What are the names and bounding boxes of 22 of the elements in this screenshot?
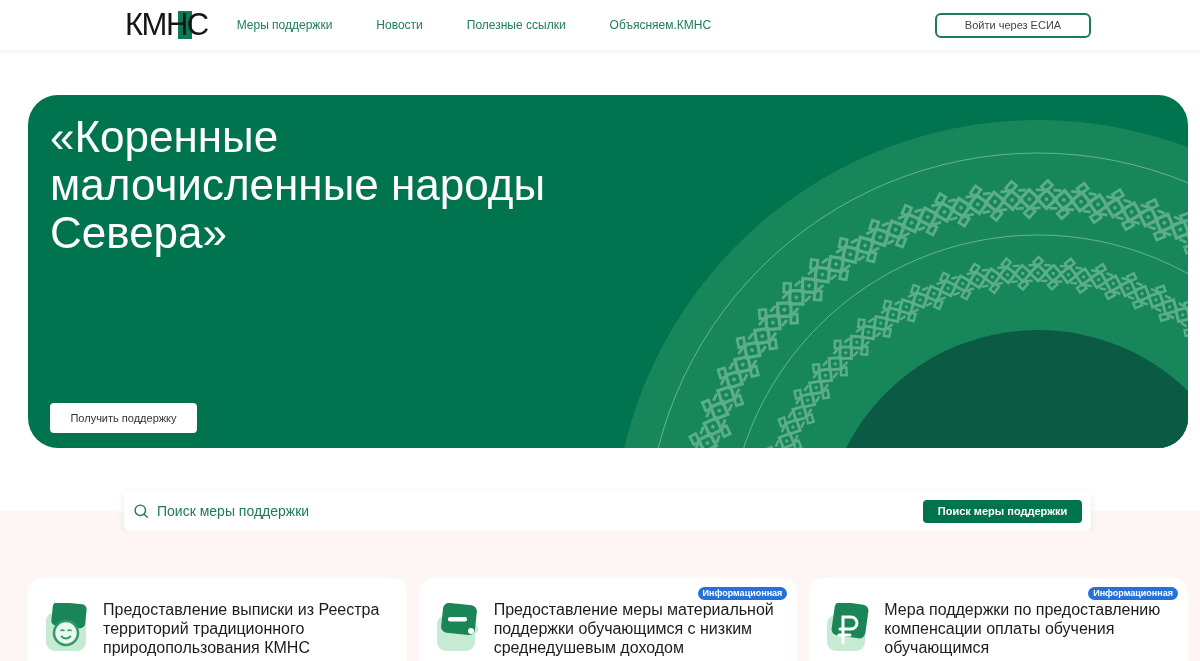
support-card[interactable]: Предоставление меры материальной поддержки обучающимся с низким среднедушевым доходом Информационная bbox=[418, 578, 798, 661]
login-button[interactable]: Войти через ЕСИА bbox=[935, 12, 1091, 38]
card-title: Предоставление меры материальной поддержки обучающимся с низким среднедушевым доходом bbox=[493, 600, 775, 657]
support-card[interactable]: Предоставление выписки из Реестра территорий традиционного природопользования КМНС bbox=[28, 578, 407, 661]
nav-link[interactable]: Полезные ссылки bbox=[466, 18, 566, 32]
card-tile-icon bbox=[436, 603, 479, 651]
info-badge: Информационная bbox=[1088, 587, 1178, 600]
search-field[interactable]: Поиск меры поддержки bbox=[157, 501, 911, 521]
support-card[interactable]: Мера поддержки по предоставлению компенсации оплаты обучения обучающимся Информационная bbox=[809, 578, 1188, 661]
nav-link[interactable]: Меры поддержки bbox=[236, 18, 333, 32]
ruble-tile-icon bbox=[827, 603, 870, 651]
hero-title: «Коренные малочисленные народы Севера» bbox=[50, 113, 546, 257]
smiley-tile-icon bbox=[46, 603, 88, 651]
nav-link[interactable]: Новости bbox=[376, 18, 423, 32]
card-title: Мера поддержки по предоставлению компенсации оплаты обучения обучающимся bbox=[884, 600, 1162, 657]
nav-link[interactable]: Объясняем.КМНС bbox=[609, 18, 712, 32]
card-title: Предоставление выписки из Реестра территорий традиционного природопользования КМНС bbox=[103, 600, 381, 657]
search-button[interactable]: Поиск меры поддержки bbox=[923, 499, 1082, 523]
search-icon bbox=[134, 504, 148, 518]
search-bar[interactable]: Поиск меры поддержки Поиск меры поддержки bbox=[124, 491, 1091, 531]
get-support-button[interactable]: Получить поддержку bbox=[50, 403, 197, 433]
info-badge: Информационная bbox=[697, 587, 788, 600]
